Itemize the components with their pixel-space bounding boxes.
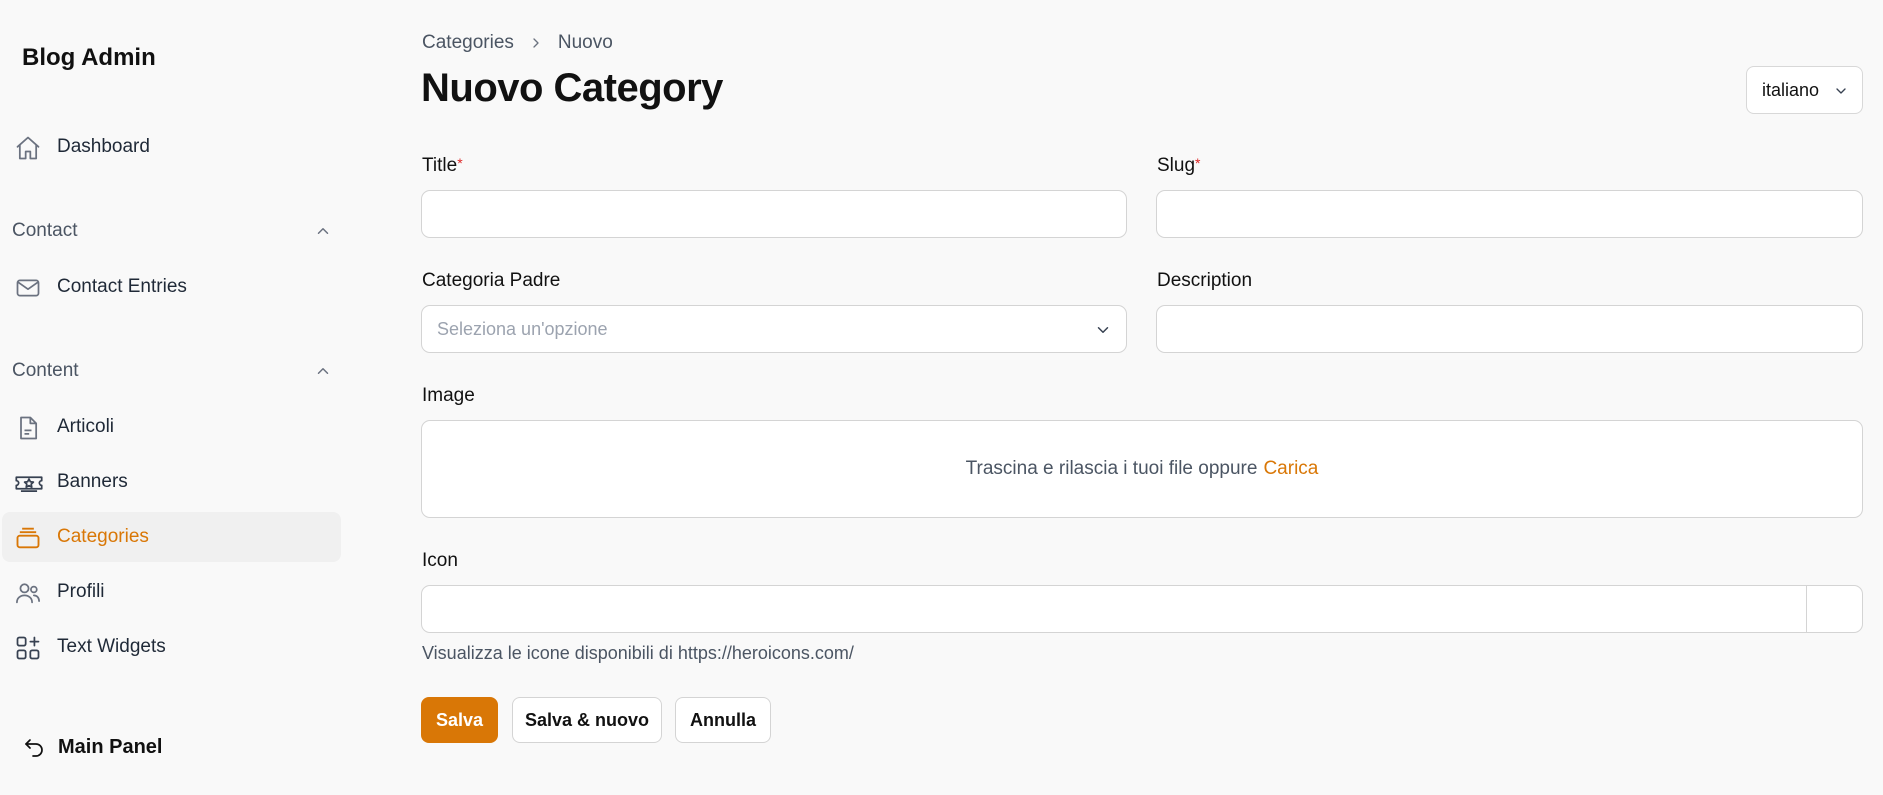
- title-input[interactable]: [421, 190, 1127, 238]
- dropzone-text: Trascina e rilascia i tuoi file oppure: [965, 458, 1258, 479]
- main-panel-link[interactable]: Main Panel: [22, 735, 162, 759]
- home-icon: [14, 134, 42, 162]
- page-title: Nuovo Category: [421, 66, 723, 110]
- icon-input[interactable]: [421, 585, 1807, 633]
- ticket-star-icon: [14, 469, 43, 497]
- sidebar-item-profili[interactable]: Profili: [2, 567, 341, 617]
- document-icon: [14, 414, 42, 442]
- sidebar-item-label: Dashboard: [57, 136, 150, 157]
- main-panel-label: Main Panel: [58, 735, 163, 758]
- sidebar-item-label: Categories: [57, 526, 149, 547]
- icon-label: Icon: [422, 550, 458, 571]
- breadcrumb-item-current: Nuovo: [557, 32, 613, 53]
- sidebar-item-dashboard[interactable]: Dashboard: [2, 122, 341, 172]
- image-dropzone[interactable]: Trascina e rilascia i tuoi file oppure C…: [421, 420, 1863, 518]
- description-input[interactable]: [1156, 305, 1863, 353]
- icon-field-group: [421, 585, 1863, 633]
- chevron-right-icon: [528, 35, 544, 51]
- brand-title: Blog Admin: [22, 44, 156, 71]
- save-and-new-button[interactable]: Salva & nuovo: [512, 697, 662, 743]
- required-mark: *: [457, 155, 463, 171]
- sidebar: Blog Admin Dashboard Contact Contact Ent…: [0, 0, 345, 795]
- slug-input[interactable]: [1156, 190, 1863, 238]
- sidebar-item-label: Contact Entries: [57, 276, 187, 297]
- cancel-button[interactable]: Annulla: [675, 697, 771, 743]
- arrow-uturn-left-icon: [22, 735, 46, 759]
- sidebar-item-categories[interactable]: Categories: [2, 512, 341, 562]
- sidebar-item-articoli[interactable]: Articoli: [2, 402, 341, 452]
- save-button[interactable]: Salva: [421, 697, 498, 743]
- locale-switcher[interactable]: italiano: [1746, 66, 1863, 114]
- sidebar-item-text-widgets[interactable]: Text Widgets: [2, 622, 341, 672]
- sidebar-item-banners[interactable]: Banners: [2, 457, 341, 507]
- chevron-up-icon: [314, 222, 332, 240]
- icon-preview-addon: [1806, 585, 1863, 633]
- title-label: Title*: [422, 155, 463, 177]
- icon-hint: Visualizza le icone disponibili di https…: [422, 643, 854, 663]
- sidebar-item-label: Articoli: [57, 416, 115, 437]
- parent-category-select[interactable]: Seleziona un'opzione: [421, 305, 1127, 353]
- sidebar-item-label: Banners: [57, 471, 128, 492]
- image-label: Image: [422, 385, 475, 406]
- slug-label: Slug*: [1157, 155, 1200, 177]
- description-label: Description: [1157, 270, 1253, 291]
- rectangle-stack-icon: [14, 524, 42, 552]
- breadcrumb-item-categories[interactable]: Categories: [422, 32, 514, 54]
- title-label-text: Title: [422, 155, 458, 176]
- chevron-down-icon: [1833, 83, 1849, 99]
- nav-group-content[interactable]: Content: [12, 356, 332, 386]
- slug-label-text: Slug: [1157, 155, 1196, 176]
- sidebar-item-label: Text Widgets: [57, 636, 166, 657]
- squares-plus-icon: [14, 634, 42, 662]
- sidebar-item-label: Profili: [57, 581, 105, 602]
- nav-group-label: Contact: [12, 220, 78, 241]
- upload-link[interactable]: Carica: [1263, 458, 1318, 480]
- parent-category-label: Categoria Padre: [422, 270, 561, 291]
- nav-group-contact[interactable]: Contact: [12, 216, 332, 246]
- users-icon: [14, 579, 42, 607]
- select-placeholder: Seleziona un'opzione: [437, 318, 608, 339]
- chevron-down-icon: [1094, 321, 1112, 339]
- sidebar-item-contact-entries[interactable]: Contact Entries: [2, 262, 341, 312]
- locale-value: italiano: [1762, 79, 1820, 100]
- chevron-up-icon: [314, 362, 332, 380]
- envelope-icon: [14, 274, 42, 302]
- breadcrumb: Categories Nuovo: [422, 32, 613, 54]
- required-mark: *: [1195, 155, 1201, 171]
- nav-group-label: Content: [12, 360, 79, 381]
